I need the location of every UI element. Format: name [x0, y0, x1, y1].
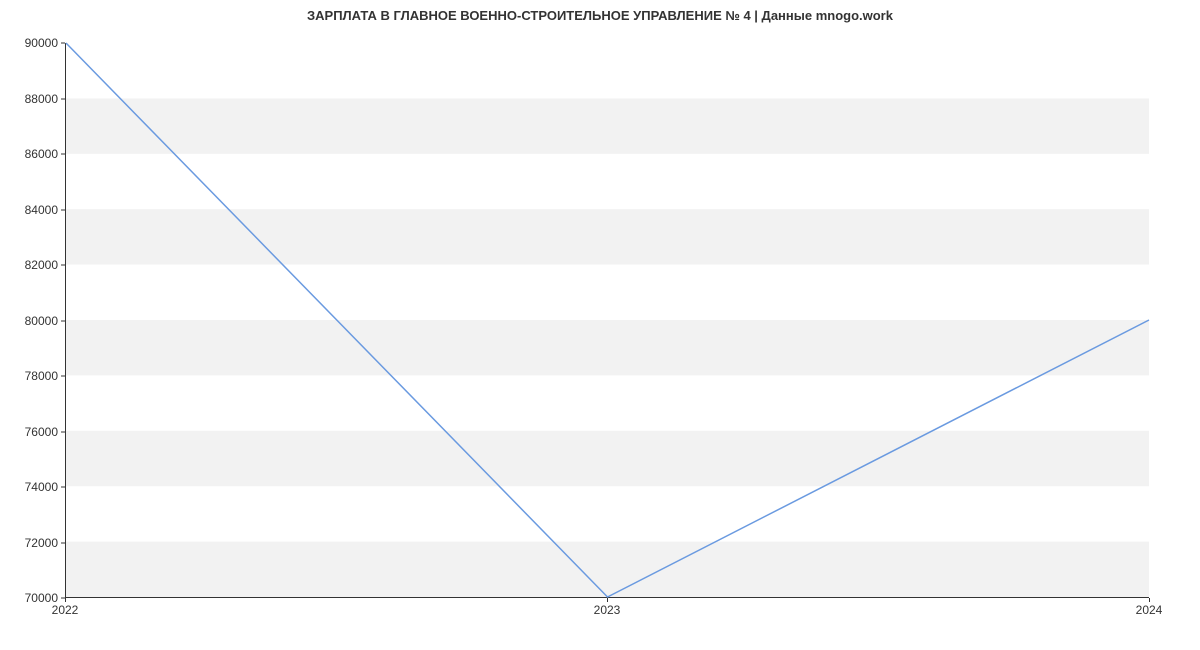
grid-band	[66, 320, 1149, 375]
grid-band	[66, 431, 1149, 486]
y-tick-mark	[61, 487, 65, 488]
chart-title: ЗАРПЛАТА В ГЛАВНОЕ ВОЕННО-СТРОИТЕЛЬНОЕ У…	[0, 8, 1200, 23]
grid-bands	[66, 98, 1149, 597]
y-tick-mark	[61, 431, 65, 432]
y-tick-label: 72000	[25, 536, 58, 550]
grid-band	[66, 209, 1149, 264]
x-tick-label: 2023	[594, 603, 621, 617]
grid-band	[66, 542, 1149, 597]
y-tick-label: 86000	[25, 147, 58, 161]
x-tick-mark	[65, 598, 66, 602]
plot-area	[65, 43, 1149, 598]
salary-line-chart: ЗАРПЛАТА В ГЛАВНОЕ ВОЕННО-СТРОИТЕЛЬНОЕ У…	[0, 0, 1200, 650]
y-tick-mark	[61, 376, 65, 377]
y-tick-label: 88000	[25, 92, 58, 106]
y-tick-label: 78000	[25, 369, 58, 383]
y-tick-mark	[61, 43, 65, 44]
y-tick-label: 80000	[25, 314, 58, 328]
y-tick-label: 84000	[25, 203, 58, 217]
x-tick-mark	[1149, 598, 1150, 602]
x-tick-mark	[607, 598, 608, 602]
y-tick-label: 82000	[25, 258, 58, 272]
y-tick-label: 76000	[25, 425, 58, 439]
y-tick-label: 74000	[25, 480, 58, 494]
x-tick-label: 2022	[52, 603, 79, 617]
y-tick-mark	[61, 265, 65, 266]
y-tick-mark	[61, 542, 65, 543]
y-tick-mark	[61, 320, 65, 321]
grid-band	[66, 98, 1149, 153]
chart-svg	[66, 43, 1149, 597]
x-tick-label: 2024	[1136, 603, 1163, 617]
y-tick-mark	[61, 98, 65, 99]
y-tick-label: 90000	[25, 36, 58, 50]
y-tick-mark	[61, 154, 65, 155]
y-tick-mark	[61, 209, 65, 210]
